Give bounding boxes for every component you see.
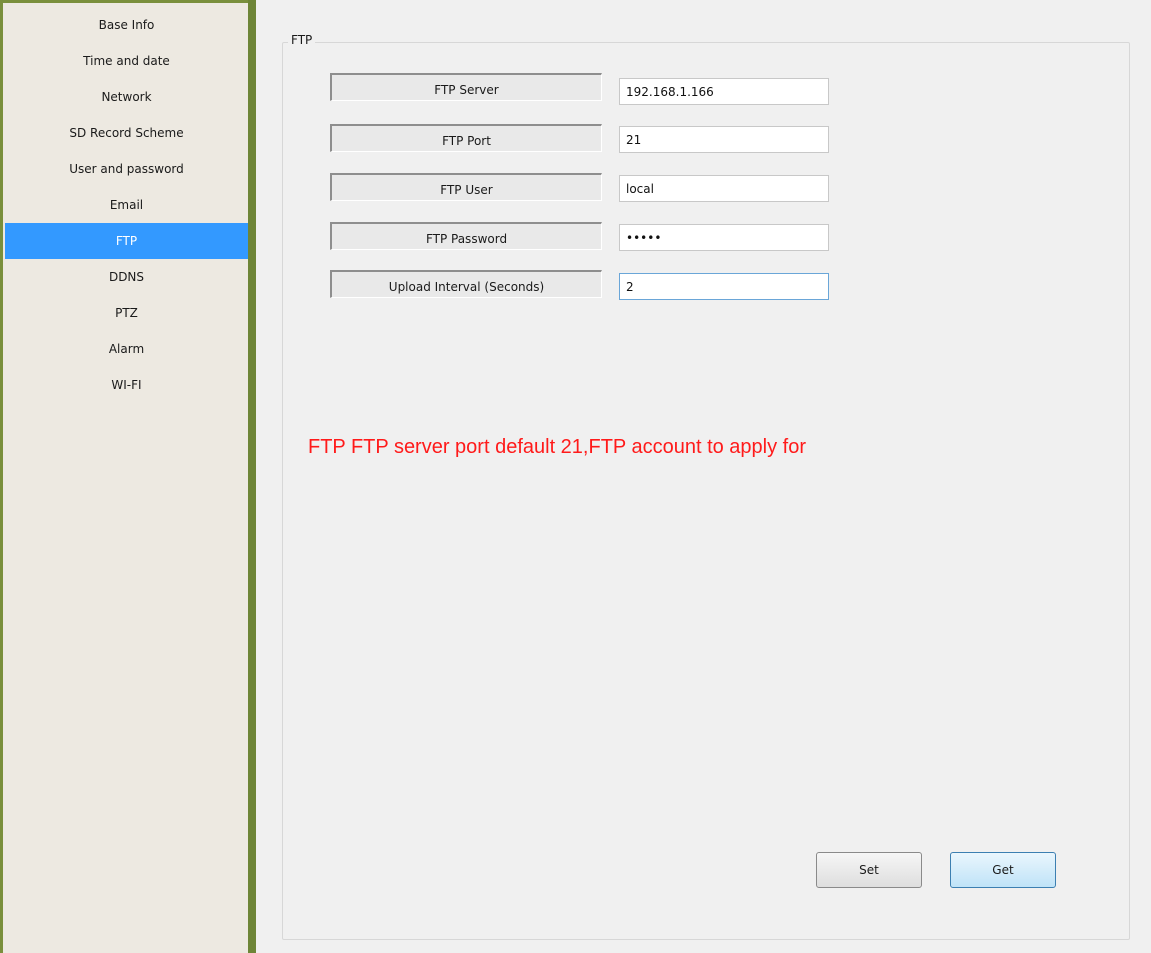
ftp-server-label: FTP Server xyxy=(330,73,602,101)
main-panel: FTP FTP Server FTP Port FTP User FTP Pas… xyxy=(256,0,1151,953)
sidebar-item-ptz[interactable]: PTZ xyxy=(5,295,248,331)
sidebar-item-base-info[interactable]: Base Info xyxy=(5,7,248,43)
upload-interval-label: Upload Interval (Seconds) xyxy=(330,270,602,298)
sidebar-item-email[interactable]: Email xyxy=(5,187,248,223)
sidebar-item-time-and-date[interactable]: Time and date xyxy=(5,43,248,79)
sidebar-item-ddns[interactable]: DDNS xyxy=(5,259,248,295)
ftp-user-input[interactable] xyxy=(619,175,829,202)
ftp-port-input[interactable] xyxy=(619,126,829,153)
help-note: FTP FTP server port default 21,FTP accou… xyxy=(308,436,807,458)
sidebar-divider xyxy=(248,0,256,953)
sidebar-item-ftp[interactable]: FTP xyxy=(5,223,248,259)
upload-interval-input[interactable] xyxy=(619,273,829,300)
get-button[interactable]: Get xyxy=(950,852,1056,888)
ftp-server-input[interactable] xyxy=(619,78,829,105)
ftp-password-label: FTP Password xyxy=(330,222,602,250)
ftp-password-input[interactable] xyxy=(619,224,829,251)
sidebar-item-user-and-password[interactable]: User and password xyxy=(5,151,248,187)
ftp-user-label: FTP User xyxy=(330,173,602,201)
sidebar-item-sd-record-scheme[interactable]: SD Record Scheme xyxy=(5,115,248,151)
sidebar: Base Info Time and date Network SD Recor… xyxy=(3,3,248,953)
sidebar-item-alarm[interactable]: Alarm xyxy=(5,331,248,367)
set-button[interactable]: Set xyxy=(816,852,922,888)
sidebar-item-network[interactable]: Network xyxy=(5,79,248,115)
groupbox-title: FTP xyxy=(288,33,316,47)
sidebar-item-wifi[interactable]: WI-FI xyxy=(5,367,248,403)
ftp-port-label: FTP Port xyxy=(330,124,602,152)
